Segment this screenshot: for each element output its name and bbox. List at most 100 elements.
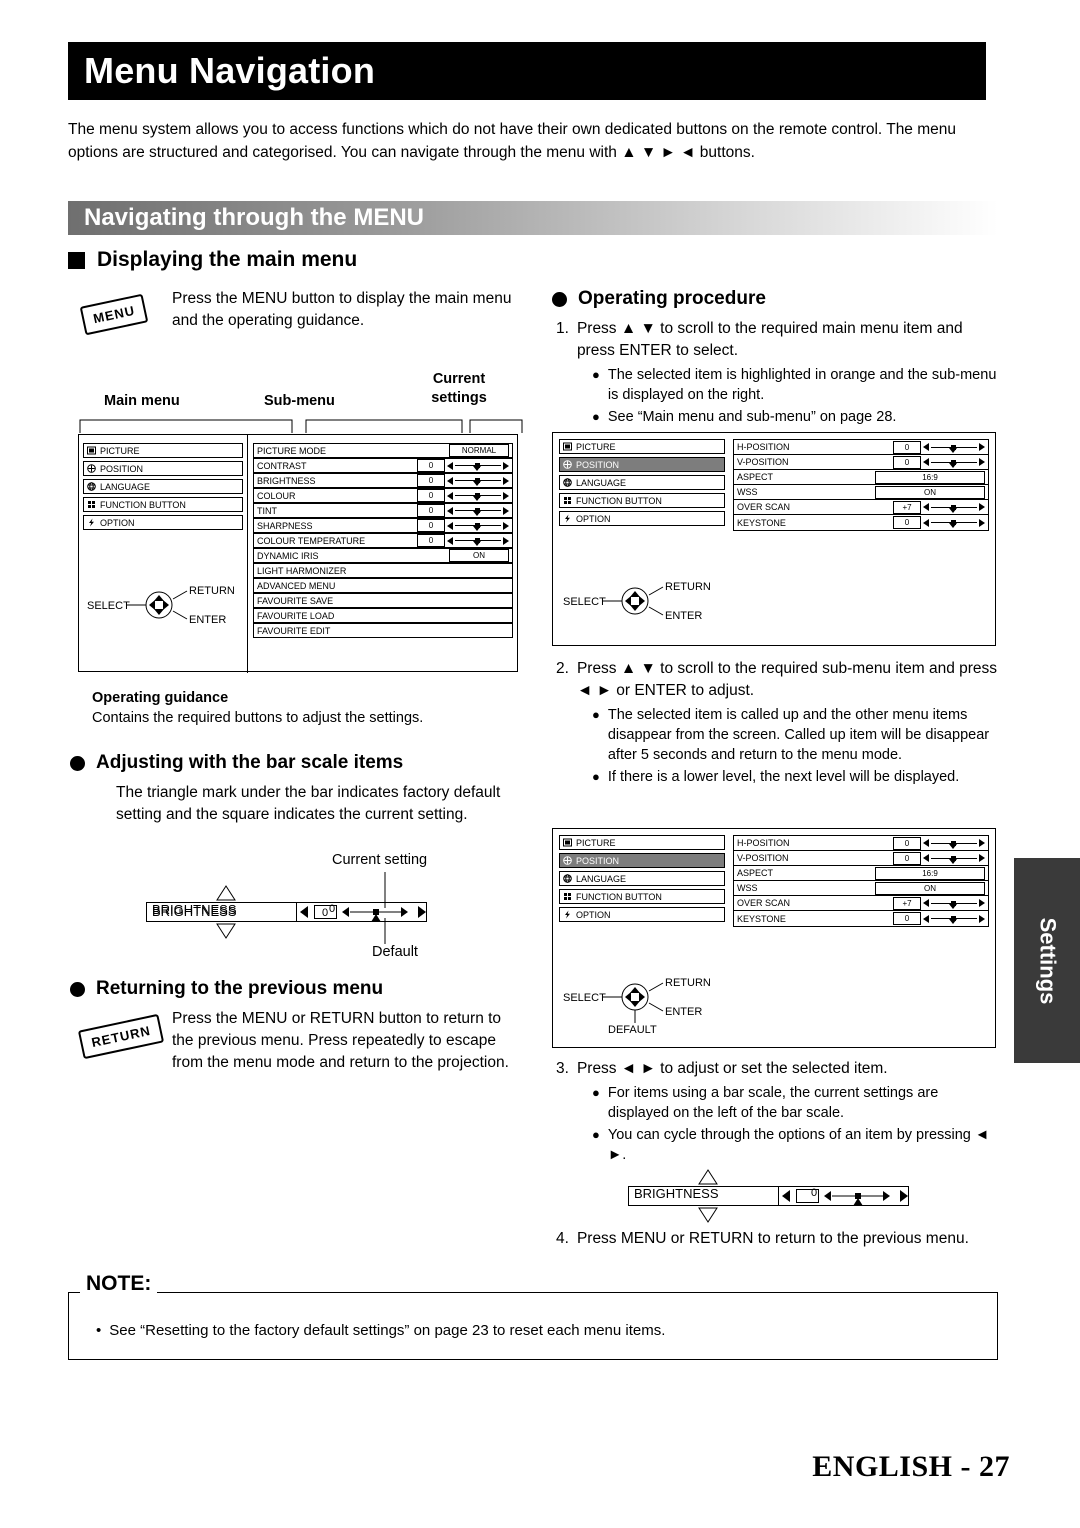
osd1-sub-item[interactable]: ASPECT 16:9 [734,470,988,485]
osd-sub-item[interactable]: COLOUR TEMPERATURE 0 [253,533,513,548]
osd2-sub-item[interactable]: WSS ON [734,881,988,896]
step-2: 2. Press ▲ ▼ to scroll to the required s… [556,660,998,785]
svg-text:DEFAULT: DEFAULT [608,1024,657,1036]
label-default: Default [372,944,418,960]
osd-item-value: +7 [893,500,921,514]
osd2-item-option[interactable]: OPTION [559,907,725,922]
label-current-settings-line2: settings [431,390,487,406]
osd-item-label: LANGUAGE [576,873,627,884]
step-number: 4. [556,1230,569,1247]
step-bullet: See “Main menu and sub-menu” on page 28. [607,409,897,425]
osd-sub-item[interactable]: DYNAMIC IRIS ON [253,548,513,563]
osd2-item-function-button[interactable]: FUNCTION BUTTON [559,889,725,904]
osd-sub-item[interactable]: PICTURE MODE NORMAL [253,443,513,458]
arrow-left-icon [447,491,453,500]
osd-main-item-picture[interactable]: PICTURE [83,443,243,458]
heading-text: Returning to the previous menu [96,978,384,999]
step-text: Press MENU or RETURN to return to the pr… [576,1230,969,1247]
osd-main-item-position[interactable]: POSITION [83,461,243,476]
osd2-guidance-cluster: SELECT RETURN ENTER DEFAULT [563,969,733,1044]
osd-item-label: PICTURE [576,441,616,452]
footer-language: ENGLISH [812,1450,953,1483]
heading-text: Displaying the main menu [97,248,358,271]
title-endcap [986,42,998,100]
osd1-sub-item[interactable]: KEYSTONE 0 [734,515,988,530]
osd1-sub-column: H-POSITION 0 V-POSITION 0 ASPECT 16:9 WS… [733,439,989,531]
osd-item-label: LANGUAGE [100,481,151,492]
osd-main-item-option[interactable]: OPTION [83,515,243,530]
osd-bar-widget: 0 [417,459,509,472]
previous-menu-text: Press the MENU or RETURN button to retur… [172,1010,509,1071]
osd1-sub-item[interactable]: WSS ON [734,485,988,500]
osd1-item-option[interactable]: OPTION [559,511,725,526]
osd1-sub-item[interactable]: H-POSITION 0 [734,440,988,455]
page-title: Menu Navigation [84,50,376,91]
osd-sub-item[interactable]: FAVOURITE SAVE [253,593,513,608]
osd-sub-item[interactable]: FAVOURITE EDIT [253,623,513,638]
osd-item-label: OPTION [576,513,611,524]
position-icon [87,464,96,473]
function-button-icon [87,500,96,509]
label-current-setting: Current setting [332,852,428,868]
osd2-sub-item[interactable]: V-POSITION 0 [734,851,988,866]
operating-procedure-heading: Operating procedure [552,288,766,310]
osd-sub-item[interactable]: ADVANCED MENU [253,578,513,593]
svg-text:SELECT: SELECT [563,992,606,1004]
arrow-right-icon [979,854,985,862]
osd2-item-picture[interactable]: PICTURE [559,835,725,850]
osd-main-item-function-button[interactable]: FUNCTION BUTTON [83,497,243,512]
label-operating-guidance: Operating guidance [92,690,229,706]
step-bullet: If there is a lower level, the next leve… [607,769,960,785]
return-stamp-label: RETURN [77,1013,165,1060]
step-number: 3. [556,1060,569,1077]
circle-bullet-icon [552,291,567,307]
osd-item-label: DYNAMIC IRIS [257,550,319,561]
osd-main-item-language[interactable]: LANGUAGE [83,479,243,494]
osd1-sub-item[interactable]: OVER SCAN +7 [734,500,988,515]
footer-separator: - [952,1450,979,1483]
step-bullet: You can cycle through the options of an … [607,1127,990,1163]
osd-bar-widget: 0 [417,474,509,487]
osd-item-label: POSITION [576,855,620,866]
step-text: Press ◄ ► to adjust or set the selected … [576,1060,888,1077]
osd-item-value: 0 [893,516,921,529]
osd-item-label: FAVOURITE SAVE [257,595,334,606]
osd2-sub-item[interactable]: H-POSITION 0 [734,836,988,851]
osd-sub-item[interactable]: BRIGHTNESS 0 [253,473,513,488]
osd-item-label: ASPECT [737,868,774,878]
osd2-item-position[interactable]: POSITION [559,853,725,868]
page-title-bar: Menu Navigation [68,42,998,100]
osd-item-label: PICTURE MODE [257,445,327,456]
osd-sub-item[interactable]: TINT 0 [253,503,513,518]
osd-item-label: SHARPNESS [257,520,313,531]
osd1-item-position[interactable]: POSITION [559,457,725,472]
osd1-item-picture[interactable]: PICTURE [559,439,725,454]
osd-item-label: H-POSITION [737,442,790,452]
osd-sub-item[interactable]: SHARPNESS 0 [253,518,513,533]
arrow-right-icon [503,461,509,470]
osd2-item-language[interactable]: LANGUAGE [559,871,725,886]
osd-sub-item[interactable]: LIGHT HARMONIZER [253,563,513,578]
osd-sub-item[interactable]: CONTRAST 0 [253,458,513,473]
label-current-settings-line1: Current [432,371,486,387]
osd-sub-item[interactable]: FAVOURITE LOAD [253,608,513,623]
osd-sub-item[interactable]: COLOUR 0 [253,488,513,503]
svg-text:RETURN: RETURN [665,977,711,989]
osd1-sub-item[interactable]: V-POSITION 0 [734,455,988,470]
operating-guidance-desc: Contains the required buttons to adjust … [92,710,424,726]
step-text: Press ▲ ▼ to scroll to the required sub-… [576,660,998,699]
osd2-sub-item[interactable]: OVER SCAN +7 [734,896,988,911]
osd2-sub-item[interactable]: ASPECT 16:9 [734,866,988,881]
step-bullet: The selected item is called up and the o… [607,707,990,763]
osd-item-label: LANGUAGE [576,477,627,488]
osd1-item-language[interactable]: LANGUAGE [559,475,725,490]
side-tab-settings: Settings [1014,858,1080,1063]
osd-item-label: POSITION [576,459,620,470]
osd2-sub-item[interactable]: KEYSTONE 0 [734,911,988,926]
osd-item-label: OPTION [100,517,135,528]
osd-item-label: FUNCTION BUTTON [576,495,662,506]
osd-bar-widget: 0 [417,489,509,502]
osd-item-label: CONTRAST [257,460,307,471]
osd1-main-column: PICTURE POSITION LANGUAGE FUNCTION BUTTO… [559,439,725,526]
osd1-item-function-button[interactable]: FUNCTION BUTTON [559,493,725,508]
